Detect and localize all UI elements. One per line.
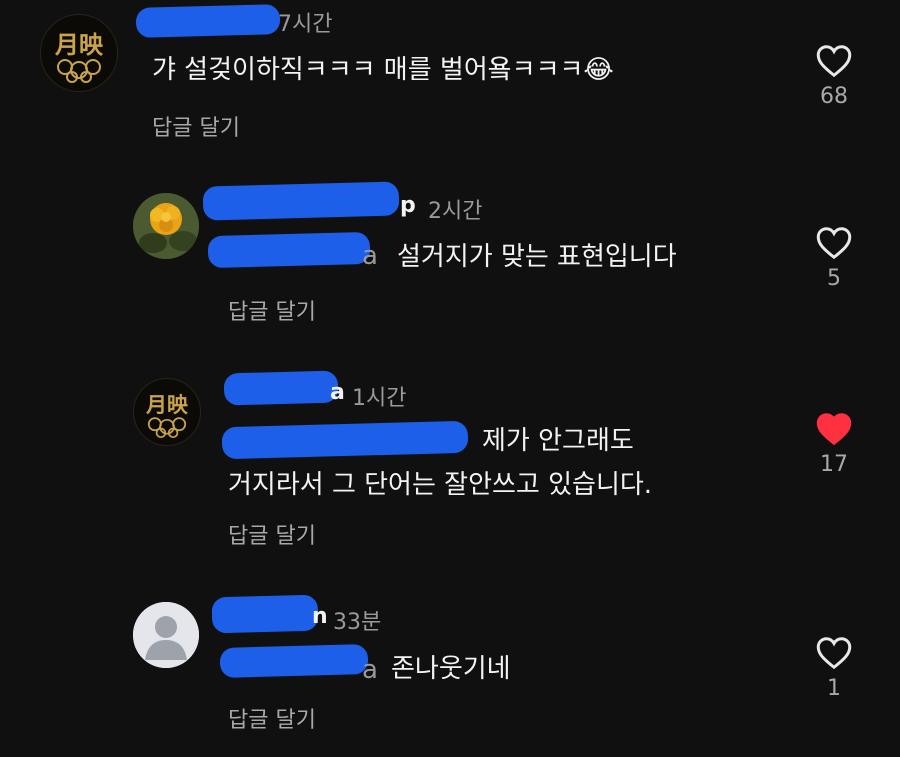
- comment-time: 7시간: [278, 12, 333, 37]
- mention-tail[interactable]: a: [362, 241, 378, 271]
- comment-text-line-1: 제가 안그래도: [482, 426, 634, 456]
- username-tail: n: [312, 604, 328, 629]
- heart-outline-icon: [816, 45, 852, 78]
- heart-outline-icon: [816, 227, 852, 260]
- username-redaction: [135, 4, 281, 38]
- seal-avatar-icon: 月映: [145, 392, 188, 439]
- username-redaction: [223, 370, 339, 406]
- mention-tail[interactable]: a: [362, 655, 378, 685]
- comment-time: 2시간: [428, 199, 483, 224]
- comment-text: 갸 설겆이하직ㅋㅋㅋ 매를 벌어욬ㅋㅋㅋ😂: [152, 55, 614, 85]
- reply-button[interactable]: 답글 달기: [228, 518, 316, 550]
- reply-button[interactable]: 답글 달기: [152, 110, 240, 142]
- seal-text: 月映: [145, 392, 188, 417]
- comment-text: 존나웃기네: [391, 654, 511, 684]
- username-tail: p: [400, 193, 416, 218]
- like-button[interactable]: 17: [804, 412, 864, 477]
- comment-text-line-2: 거지라서 그 단어는 잘안쓰고 있습니다.: [228, 470, 653, 500]
- heart-outline-icon: [816, 637, 852, 670]
- username-redaction: [202, 181, 400, 221]
- like-button[interactable]: 1: [804, 636, 864, 701]
- heart-filled-icon: [816, 413, 852, 446]
- mention-redaction: [219, 644, 369, 678]
- comment-time: 33분: [333, 610, 382, 635]
- avatar[interactable]: [133, 193, 199, 259]
- comment-text: 설거지가 맞는 표현입니다: [397, 242, 677, 272]
- like-button[interactable]: 68: [804, 44, 864, 109]
- like-button[interactable]: 5: [804, 226, 864, 291]
- avatar[interactable]: 月映: [133, 378, 201, 446]
- like-count: 5: [827, 266, 841, 291]
- mention-redaction: [221, 420, 469, 460]
- username-redaction: [211, 594, 319, 634]
- comment-time: 1시간: [352, 386, 407, 411]
- avatar[interactable]: [133, 602, 199, 668]
- flower-avatar-icon: [133, 193, 199, 259]
- seal-avatar-icon: 月映: [54, 30, 104, 83]
- seal-text: 月映: [54, 30, 104, 59]
- like-count: 17: [820, 452, 848, 477]
- reply-button[interactable]: 답글 달기: [228, 294, 316, 326]
- avatar[interactable]: 月映: [40, 14, 118, 92]
- like-count: 68: [820, 84, 848, 109]
- reply-button[interactable]: 답글 달기: [228, 702, 316, 734]
- default-user-icon: [133, 602, 199, 668]
- mention-redaction: [207, 231, 371, 269]
- like-count: 1: [827, 676, 841, 701]
- username-tail: a: [330, 380, 345, 405]
